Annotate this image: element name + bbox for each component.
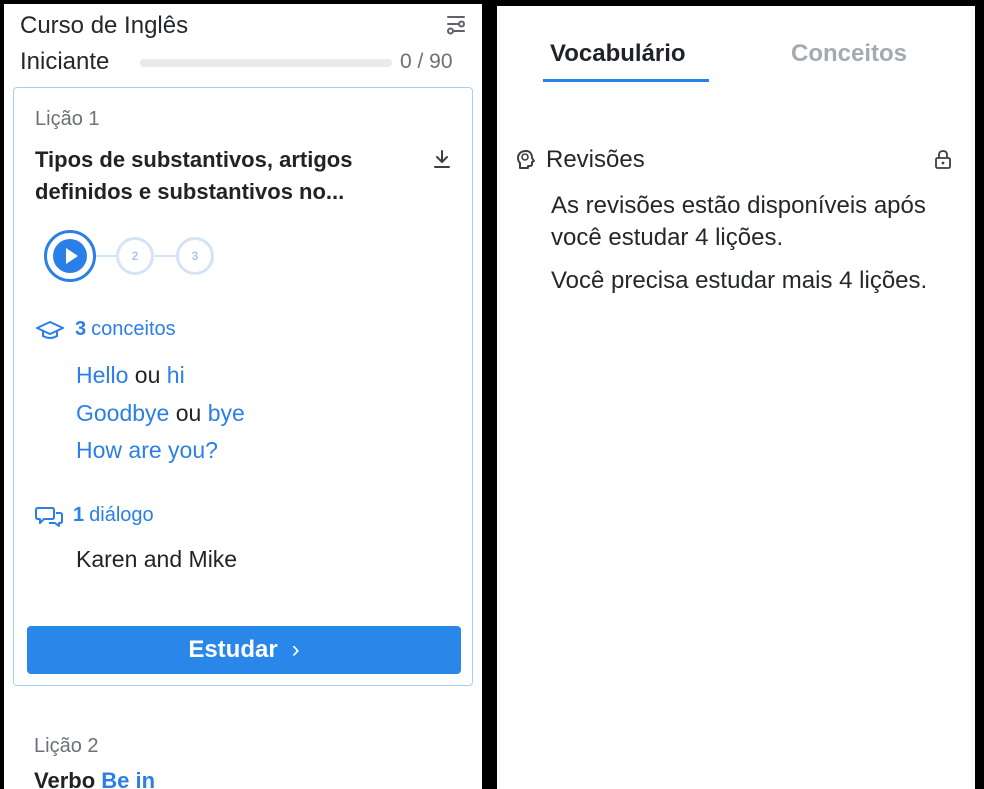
reviews-availability-text: As revisões estão disponíveis após você … [551,192,926,251]
lock-icon [935,150,951,169]
dialogs-header: 1 diálogo [35,504,154,527]
concept-word[interactable]: bye [208,400,245,426]
lesson-card: Lição 1 Tipos de substantivos, artigos d… [13,87,473,686]
concept-item: Goodbye ou bye [76,400,245,427]
tab-concepts[interactable]: Conceitos [791,40,907,68]
next-lesson-number: Lição 2 [34,735,99,757]
concept-word[interactable]: How are you? [76,437,218,463]
concept-item: How are you? [76,437,218,464]
next-lesson-title[interactable]: Verbo Be in [34,768,155,789]
course-panel: Curso de Inglês Iniciante 0 / 90 Lição 1… [4,4,482,789]
lesson-title[interactable]: Tipos de substantivos, artigos definidos… [35,144,415,208]
level-label: Iniciante [20,48,110,75]
download-icon[interactable] [431,148,453,170]
play-icon [53,239,87,273]
dialogs-label: diálogo [89,504,154,526]
filter-icon[interactable] [444,12,468,36]
brain-icon [517,150,535,169]
reviews-remaining-text: Você precisa estudar mais 4 lições. [551,267,928,294]
dialogs-count: 1 [73,504,85,526]
study-button[interactable]: Estudar › [27,626,461,674]
dialog-item[interactable]: Karen and Mike [76,546,237,573]
next-lesson-title-prefix: Verbo [34,768,102,789]
content-panel: Vocabulário Conceitos Revisões As revisõ… [497,6,975,789]
lesson-number: Lição 1 [35,108,100,130]
step-connector [96,255,116,257]
chat-bubbles-icon [35,506,63,527]
tab-vocabulary[interactable]: Vocabulário [550,40,686,68]
next-lesson-title-highlight: Be in [101,768,156,789]
concepts-header: 3 conceitos [35,318,176,341]
step-connector [154,255,176,257]
concepts-count: 3 [75,318,87,340]
step-3[interactable]: 3 [176,237,214,275]
chevron-right-icon: › [291,636,300,663]
concept-word[interactable]: Goodbye [76,400,169,426]
concept-separator: ou [128,362,167,388]
course-title: Curso de Inglês [20,12,189,39]
course-progress-bar [140,59,392,67]
reviews-row: Revisões [515,146,955,176]
lesson-steps: 2 3 [44,230,244,286]
step-2[interactable]: 2 [116,237,154,275]
play-step-button[interactable] [44,230,96,282]
reviews-label: Revisões [546,146,645,173]
course-progress-count: 0 / 90 [400,50,453,73]
concept-item: Hello ou hi [76,362,185,389]
concept-word[interactable]: Hello [76,362,128,388]
concept-separator: ou [169,400,208,426]
concepts-label: conceitos [91,318,176,340]
graduation-cap-icon [36,320,64,339]
concept-word[interactable]: hi [167,362,185,388]
active-tab-indicator [543,79,709,82]
study-button-label: Estudar [188,636,278,663]
